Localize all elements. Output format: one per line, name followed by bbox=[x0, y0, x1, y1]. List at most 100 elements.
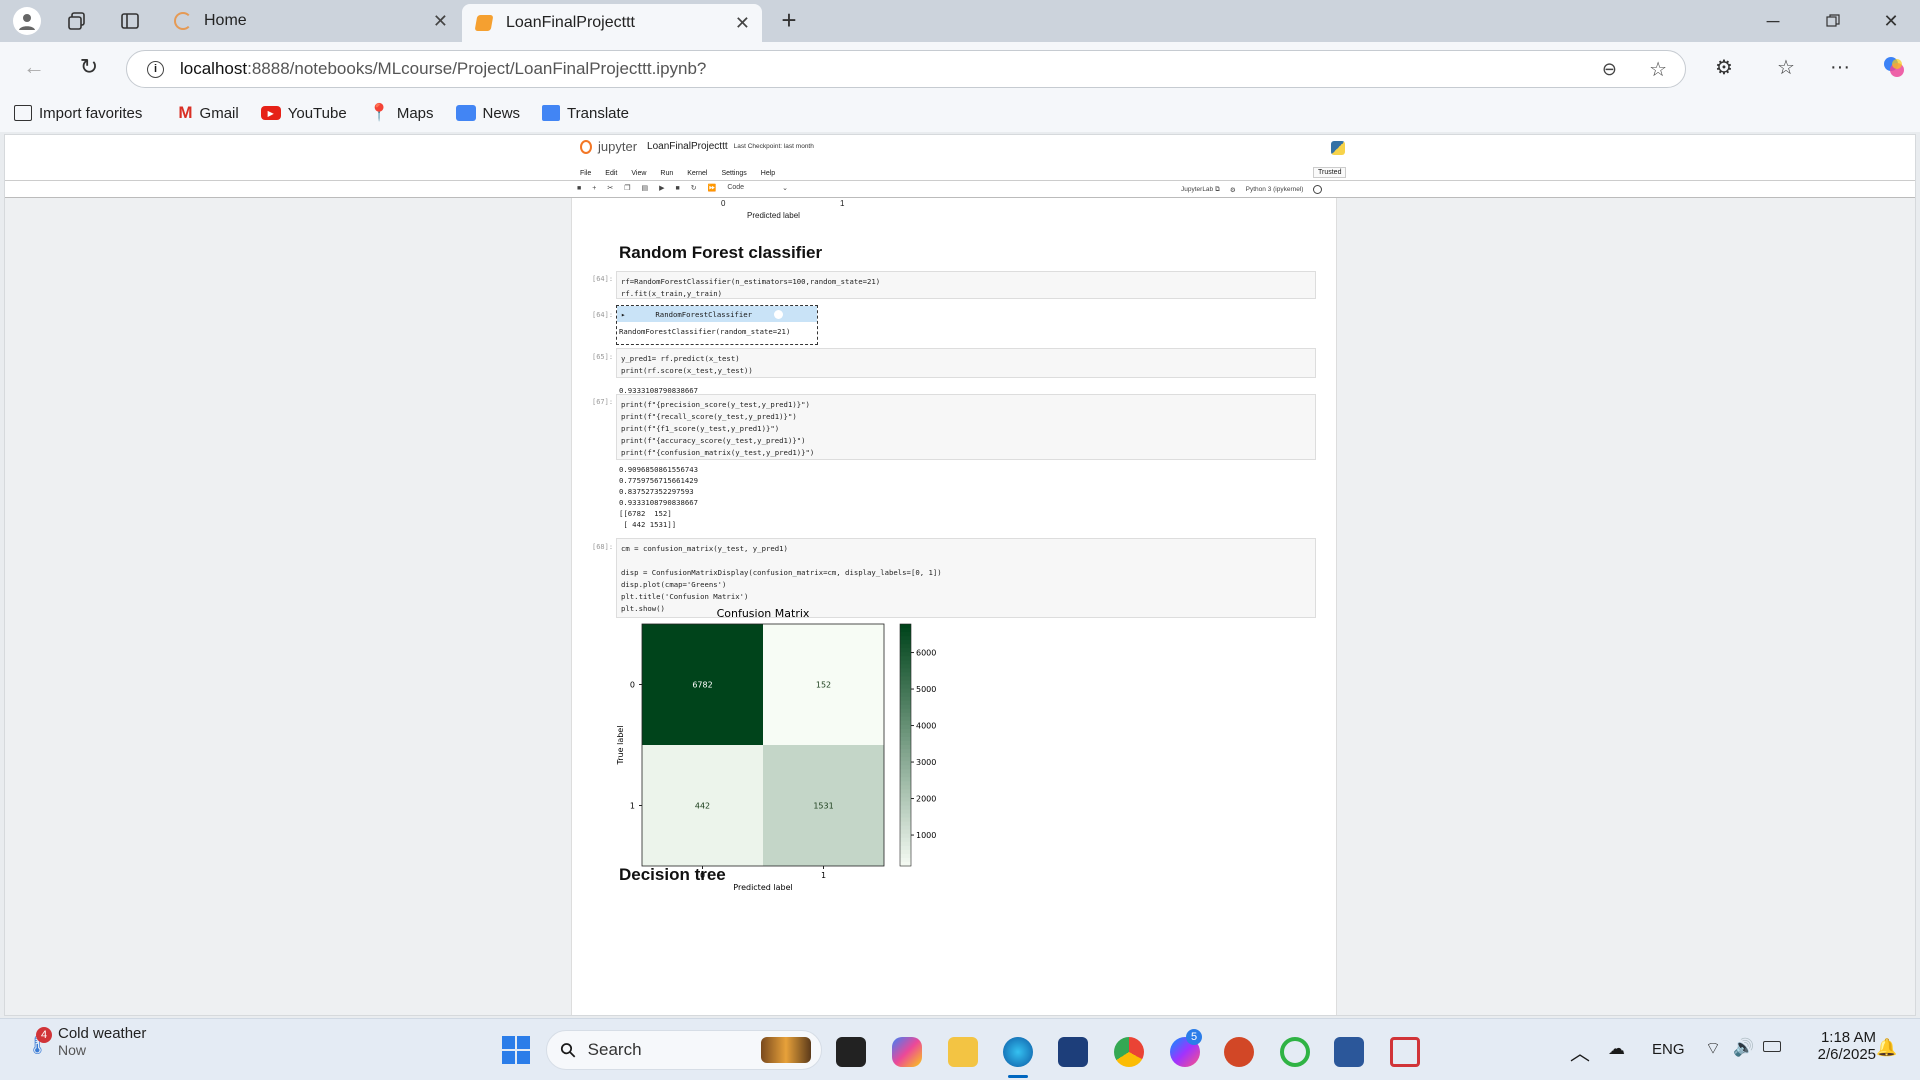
calculator-icon[interactable] bbox=[1058, 1037, 1088, 1067]
add-cell-icon[interactable]: + bbox=[592, 185, 596, 192]
favorites-icon[interactable]: ☆ bbox=[1772, 53, 1800, 81]
fav-youtube[interactable]: ▶ YouTube bbox=[260, 105, 347, 122]
word-icon[interactable] bbox=[1334, 1037, 1364, 1067]
menu-settings[interactable]: Settings bbox=[721, 170, 746, 177]
colorbar-segment bbox=[900, 837, 911, 843]
fav-translate[interactable]: Translate bbox=[542, 105, 629, 122]
fast-forward-icon[interactable]: ⏩ bbox=[708, 184, 717, 192]
colorbar-segment bbox=[900, 724, 911, 730]
menu-kernel[interactable]: Kernel bbox=[687, 170, 707, 177]
copilot-app-icon[interactable] bbox=[892, 1037, 922, 1067]
top-xlabel: Predicted label bbox=[747, 211, 800, 220]
close-window-icon[interactable]: ✕ bbox=[1877, 7, 1905, 35]
paste-icon[interactable]: ▤ bbox=[641, 184, 648, 192]
menu-view[interactable]: View bbox=[631, 170, 646, 177]
weather-badge: 4 bbox=[36, 1026, 52, 1043]
colorbar-segment bbox=[900, 684, 911, 690]
fav-maps[interactable]: 📍 Maps bbox=[369, 103, 434, 123]
close-icon[interactable]: ✕ bbox=[433, 11, 448, 32]
colorbar-tick-label: 3000 bbox=[916, 758, 936, 767]
search-box[interactable]: ⚲ Search bbox=[546, 1030, 822, 1070]
app-ring-icon[interactable] bbox=[1280, 1037, 1310, 1067]
copilot-icon[interactable] bbox=[1880, 53, 1908, 81]
task-view-icon[interactable] bbox=[836, 1037, 866, 1067]
onedrive-off-icon[interactable]: ☁ bbox=[1608, 1039, 1625, 1059]
minimize-icon[interactable]: ─ bbox=[1759, 7, 1787, 35]
tray-chevron-up-icon[interactable]: ︿ bbox=[1570, 1037, 1590, 1066]
fav-news[interactable]: News bbox=[455, 104, 521, 122]
notebook-title[interactable]: LoanFinalProjecttt bbox=[647, 141, 728, 152]
code-cell-67[interactable]: print(f"{precision_score(y_test,y_pred1)… bbox=[616, 394, 1316, 460]
save-icon[interactable]: ■ bbox=[577, 185, 581, 192]
restart-icon[interactable]: ↻ bbox=[691, 184, 697, 192]
estimator-widget[interactable]: ▸ RandomForestClassifier RandomForestCla… bbox=[616, 305, 818, 345]
cell-type-select[interactable]: Code ⌄ bbox=[727, 184, 788, 192]
colorbar-segment bbox=[900, 809, 911, 815]
gear-icon[interactable]: ⚙ bbox=[1230, 186, 1236, 194]
kernel-name[interactable]: Python 3 (ipykernel) bbox=[1246, 186, 1304, 193]
colorbar-segment bbox=[900, 664, 911, 669]
expand-toggle-icon[interactable]: ▸ bbox=[621, 310, 625, 319]
youtube-icon: ▶ bbox=[260, 106, 281, 120]
menu-run[interactable]: Run bbox=[660, 170, 673, 177]
file-explorer-icon[interactable] bbox=[948, 1037, 978, 1067]
code-cell-64[interactable]: rf=RandomForestClassifier(n_estimators=1… bbox=[616, 271, 1316, 299]
clock[interactable]: 1:18 AM 2/6/2025 bbox=[1800, 1029, 1876, 1063]
menu-edit[interactable]: Edit bbox=[605, 170, 617, 177]
output-line: [ 442 1531]] bbox=[619, 520, 677, 529]
favorite-star-icon[interactable]: ☆ bbox=[1649, 57, 1667, 82]
volume-icon[interactable]: 🔊 bbox=[1733, 1038, 1754, 1058]
vertical-tabs-icon[interactable] bbox=[116, 7, 144, 35]
back-icon[interactable]: ← bbox=[20, 53, 48, 81]
new-tab-button[interactable]: + bbox=[775, 5, 803, 35]
profile-icon[interactable] bbox=[13, 7, 41, 35]
language-indicator[interactable]: ENG bbox=[1652, 1041, 1685, 1058]
weather-widget[interactable]: 🌡 4 Cold weather Now bbox=[24, 1025, 146, 1058]
chrome-icon[interactable] bbox=[1114, 1037, 1144, 1067]
copy-icon[interactable]: ❐ bbox=[624, 184, 630, 192]
trusted-badge[interactable]: Trusted bbox=[1313, 167, 1347, 178]
fav-import[interactable]: Import favorites bbox=[14, 105, 142, 122]
menu-help[interactable]: Help bbox=[761, 170, 775, 177]
extensions-icon[interactable]: ⚙ bbox=[1710, 53, 1738, 81]
wifi-icon[interactable]: ⌔ bbox=[1705, 1038, 1721, 1059]
menu-file[interactable]: File bbox=[580, 170, 591, 177]
site-info-icon[interactable]: i bbox=[147, 60, 164, 78]
notebook-toolbar: ■ + ✂ ❐ ▤ ▶ ■ ↻ ⏩ Code ⌄ bbox=[577, 184, 788, 192]
fav-label: News bbox=[482, 104, 521, 122]
jupyterlab-link[interactable]: JupyterLab bbox=[1181, 186, 1213, 193]
jupyter-logo-text: jupyter bbox=[598, 139, 638, 154]
notification-bell-icon[interactable]: 🔔 bbox=[1876, 1038, 1897, 1058]
powerpoint-icon[interactable] bbox=[1224, 1037, 1254, 1067]
code-cell-65[interactable]: y_pred1= rf.predict(x_test) print(rf.sco… bbox=[616, 348, 1316, 378]
tab-home[interactable]: Home ✕ bbox=[166, 0, 460, 42]
colorbar-segment bbox=[900, 652, 911, 657]
refresh-icon[interactable]: ↻ bbox=[75, 53, 103, 81]
collections-icon[interactable] bbox=[63, 7, 91, 35]
cell-prompt: [67]: bbox=[592, 398, 614, 406]
start-icon[interactable] bbox=[502, 1036, 530, 1064]
run-icon[interactable]: ▶ bbox=[659, 184, 664, 192]
colorbar-segment bbox=[900, 849, 911, 855]
output-line: 0.9333108790838667 bbox=[619, 498, 699, 507]
restore-icon[interactable] bbox=[1819, 7, 1847, 35]
url-text[interactable]: localhost:8888/notebooks/MLcourse/Projec… bbox=[180, 59, 706, 79]
info-circle-icon[interactable] bbox=[774, 309, 784, 319]
stop-icon[interactable]: ■ bbox=[676, 185, 680, 192]
fav-gmail[interactable]: M Gmail bbox=[178, 103, 238, 123]
battery-icon[interactable] bbox=[1763, 1041, 1781, 1052]
page-viewport: jupyter LoanFinalProjecttt Last Checkpoi… bbox=[4, 134, 1916, 1016]
close-icon[interactable]: ✕ bbox=[735, 13, 750, 34]
snipping-tool-icon[interactable] bbox=[1390, 1037, 1420, 1067]
more-icon[interactable]: ··· bbox=[1826, 53, 1854, 81]
heading-random-forest: Random Forest classifier bbox=[619, 243, 823, 262]
notebook-panel: 0 1 Predicted label Random Forest classi… bbox=[571, 198, 1337, 1015]
colorbar-segment bbox=[900, 853, 911, 859]
edge-icon[interactable] bbox=[1003, 1037, 1033, 1067]
estimator-repr: RandomForestClassifier(random_state=21) bbox=[619, 327, 791, 336]
address-bar[interactable]: i localhost:8888/notebooks/MLcourse/Proj… bbox=[126, 50, 1686, 88]
zoom-out-icon[interactable]: ⊖ bbox=[1602, 59, 1617, 80]
tab-loanfinalprojecttt[interactable]: LoanFinalProjecttt ✕ bbox=[462, 4, 762, 42]
colorbar-segment bbox=[900, 636, 911, 641]
cut-icon[interactable]: ✂ bbox=[607, 184, 613, 192]
